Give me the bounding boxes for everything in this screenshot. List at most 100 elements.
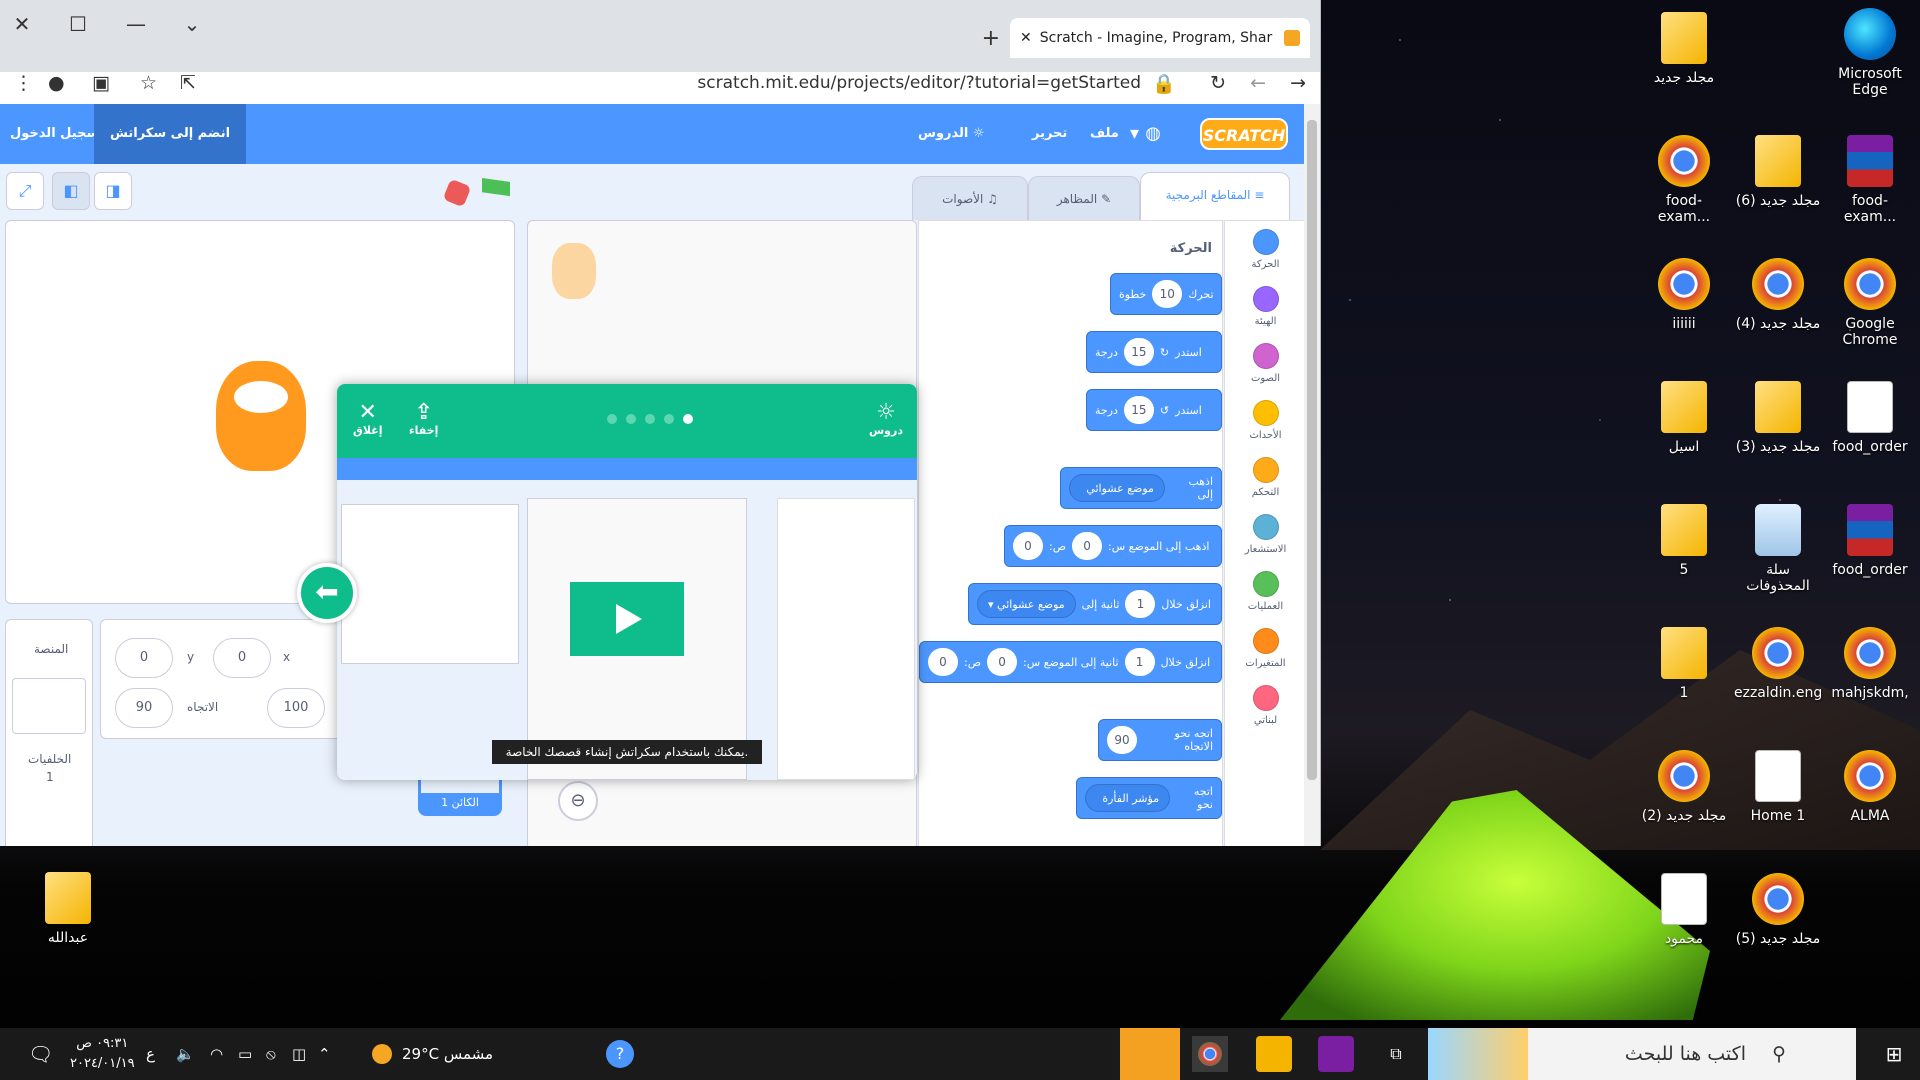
category-item[interactable]: الصوت [1225, 343, 1306, 384]
block-input[interactable]: 1 [1124, 648, 1155, 676]
tutorials-library-button[interactable]: ☼ دروس [869, 402, 903, 438]
clock[interactable]: ٠٩:٣١ ص ٢٠٢٤/٠١/١٩ [70, 1034, 135, 1074]
block-point-direction[interactable]: اتجه نحو الاتجاه 90 [1098, 719, 1222, 761]
scratch-logo[interactable]: SCRATCH [1200, 118, 1288, 150]
block-turn-left[interactable]: استدر ↺ 15 درجة [1086, 389, 1222, 431]
battery-icon[interactable]: ▭ [238, 1028, 252, 1080]
step-dot[interactable] [626, 414, 636, 424]
category-item[interactable]: العمليات [1225, 571, 1306, 612]
show-hidden-icons[interactable]: ⌃ [318, 1028, 331, 1080]
reload-icon[interactable]: ↻ [1210, 72, 1226, 94]
back-icon[interactable]: ← [1250, 72, 1266, 94]
block-input[interactable]: 90 [1107, 726, 1137, 754]
task-view-icon[interactable]: ⧉ [1378, 1036, 1414, 1072]
category-item[interactable]: الأحداث [1225, 400, 1306, 441]
close-tutorial-button[interactable]: ✕ إغلاق [353, 402, 382, 438]
tab-code[interactable]: المقاطع البرمجية ≡ [1140, 172, 1290, 220]
step-dot[interactable] [645, 414, 655, 424]
green-flag-icon[interactable] [482, 178, 510, 197]
desktop-icon-chrome[interactable]: مجلد جديد (2) [1640, 750, 1728, 824]
size-field[interactable]: 100 [267, 688, 325, 728]
block-glide-xy[interactable]: انزلق خلال 1 ثانية إلى الموضع س: 0 ص: 0 [919, 641, 1222, 683]
pinned-app-icon[interactable] [1120, 1028, 1180, 1080]
block-input[interactable]: 15 [1123, 338, 1154, 366]
desktop-icon-doc[interactable]: محمود [1640, 873, 1728, 947]
desktop-icon-chrome[interactable]: Google Chrome [1826, 258, 1914, 348]
input-language[interactable]: ع [146, 1028, 155, 1080]
block-input[interactable]: 0 [987, 648, 1018, 676]
desktop-icon-folder[interactable]: مجلد جديد (3) [1734, 381, 1822, 455]
file-explorer-icon[interactable] [1256, 1036, 1292, 1072]
share-icon[interactable]: ⇱ [180, 72, 196, 94]
stage-thumbnail[interactable] [12, 678, 86, 734]
stop-icon[interactable] [442, 178, 472, 208]
scrollbar-thumb[interactable] [1307, 120, 1317, 780]
category-item[interactable]: التحكم [1225, 457, 1306, 498]
close-window-icon[interactable]: ✕ [2, 6, 42, 42]
desktop-icon-doc[interactable]: food_order [1826, 381, 1914, 455]
play-video-button[interactable] [570, 582, 684, 656]
language-globe-icon[interactable]: ▾ ◍ [1130, 104, 1161, 164]
block-input[interactable]: 0 [1072, 532, 1103, 560]
desktop-icon-bin[interactable]: سلة المحذوفات [1734, 504, 1822, 594]
category-item[interactable]: المتغيرات [1225, 628, 1306, 669]
block-dropdown[interactable]: مؤشر الفأرة ▾ [1085, 784, 1171, 833]
mic-muted-icon[interactable]: ⦸ [266, 1028, 276, 1080]
zoom-out-icon[interactable]: ⊖ [558, 781, 598, 821]
new-tab-button[interactable]: + [982, 26, 1000, 51]
direction-field[interactable]: 90 [115, 688, 173, 728]
lock-icon[interactable]: 🔒 [1152, 72, 1176, 95]
desktop-icon-edge[interactable]: Microsoft Edge [1826, 8, 1914, 98]
desktop-icon-folder[interactable]: مجلد جديد (6) [1734, 135, 1822, 209]
stage-selector[interactable]: المنصة الخلفيات 1 [5, 619, 93, 846]
block-move[interactable]: تحرك 10 خطوة [1110, 273, 1222, 315]
notifications-icon[interactable]: 🗨 [28, 1028, 53, 1080]
desktop-icon-doc[interactable]: Home 1 [1734, 750, 1822, 824]
block-input[interactable]: 1 [1125, 590, 1156, 618]
maximize-icon[interactable]: ☐ [58, 6, 98, 42]
profile-icon[interactable]: ● [48, 72, 65, 94]
block-goto[interactable]: اذهب إلى موضع عشوائي ▾ [1060, 467, 1222, 523]
tab-costumes[interactable]: المظاهر ✎ [1028, 176, 1140, 220]
step-dot[interactable] [607, 414, 617, 424]
url-field[interactable]: scratch.mit.edu/projects/editor/?tutoria… [697, 73, 1141, 93]
page-scrollbar[interactable] [1304, 104, 1320, 846]
tab-close-icon[interactable]: ✕ [1020, 30, 1032, 46]
category-item[interactable]: الاستشعار [1225, 514, 1306, 555]
desktop-icon-rar[interactable]: food_order [1826, 504, 1914, 578]
category-item[interactable]: الهيئة [1225, 286, 1306, 327]
desktop-icon-chrome[interactable]: ALMA [1826, 750, 1914, 824]
desktop-icon-folder[interactable]: عبدالله [24, 872, 112, 946]
desktop-icon-folder[interactable]: مجلد جديد [1640, 12, 1728, 86]
block-turn-right[interactable]: استدر ↻ 15 درجة [1086, 331, 1222, 373]
cat-sprite[interactable] [216, 361, 306, 471]
volume-icon[interactable]: 🔈 [176, 1028, 195, 1080]
desktop-icon-chrome[interactable]: ezzaldin.eng [1734, 627, 1822, 701]
step-dot-active[interactable] [683, 414, 693, 424]
weather-widget[interactable]: 29°C مشمس [372, 1028, 493, 1080]
step-dot[interactable] [664, 414, 674, 424]
block-dropdown[interactable]: موضع عشوائي ▾ [1069, 474, 1165, 523]
block-input[interactable]: 0 [928, 648, 958, 676]
desktop-icon-folder[interactable]: 5 [1640, 504, 1728, 578]
wifi-icon[interactable]: ◠ [210, 1028, 223, 1080]
desktop-icon-chrome[interactable]: food-exam... [1640, 135, 1728, 225]
block-goto-xy[interactable]: اذهب إلى الموضع س: 0 ص: 0 [1004, 525, 1222, 567]
desktop-icon-chrome[interactable]: iiiiii [1640, 258, 1728, 332]
tutorial-back-button[interactable]: ⬅ [297, 563, 357, 623]
file-menu[interactable]: ملف [1090, 104, 1119, 164]
tab-scratch[interactable]: ✕ Scratch - Imagine, Program, Shar [1010, 18, 1310, 58]
edit-menu[interactable]: تحرير [1032, 104, 1067, 164]
menu-icon[interactable]: ⋮ [14, 72, 33, 94]
desktop-icon-chrome[interactable]: مجلد جديد (5) [1734, 873, 1822, 947]
category-item[interactable]: لبناتي [1225, 685, 1306, 726]
block-input[interactable]: 0 [1013, 532, 1043, 560]
x-field[interactable]: 0 [213, 638, 271, 678]
camera-icon[interactable]: ◫ [292, 1028, 306, 1080]
forward-icon[interactable]: → [1290, 72, 1306, 94]
block-point-towards[interactable]: اتجه نحو مؤشر الفأرة ▾ [1076, 777, 1222, 833]
signin-link[interactable]: تسجيل الدخول [10, 104, 105, 164]
block-input[interactable]: 10 [1152, 280, 1183, 308]
minimize-tutorial-button[interactable]: ⇪ إخفاء [409, 402, 438, 438]
minimize-icon[interactable]: — [116, 6, 156, 42]
